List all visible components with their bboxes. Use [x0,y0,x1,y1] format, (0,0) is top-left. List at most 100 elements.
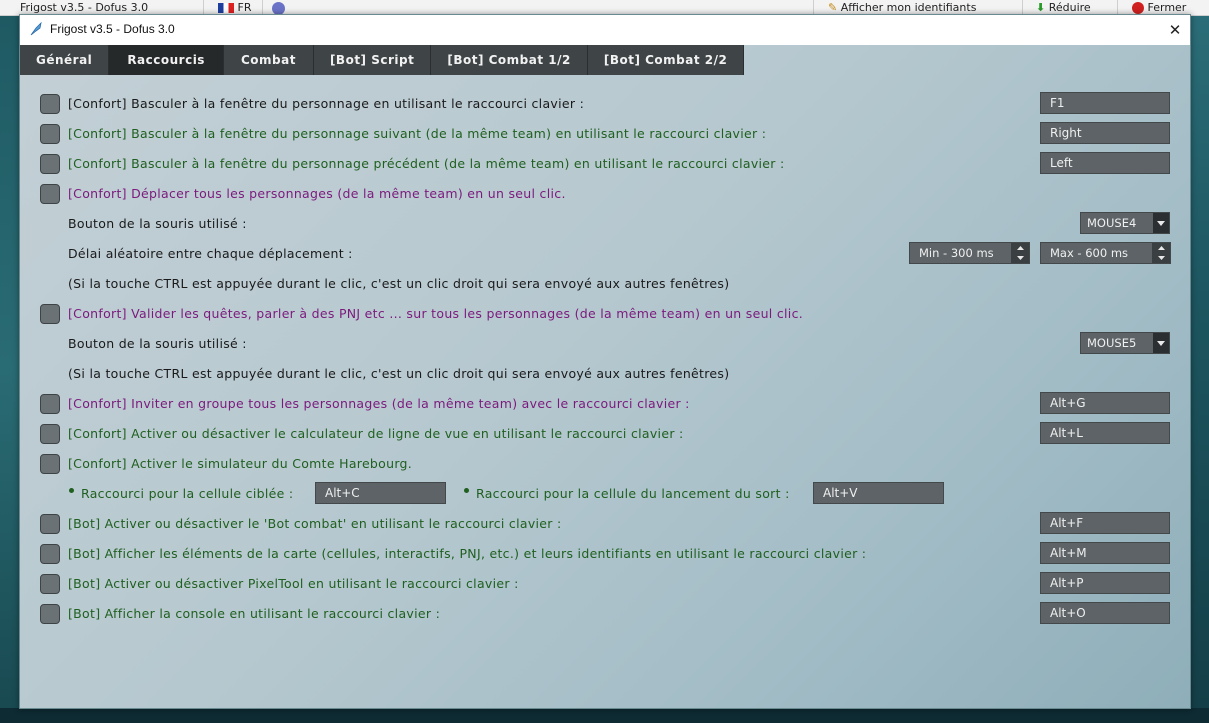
tab-combat[interactable]: Combat [223,45,314,75]
close-icon: ✕ [1168,21,1182,39]
shortcut-input[interactable]: Alt+F [1040,512,1170,534]
language-label: FR [237,1,252,14]
tab-bar: Général Raccourcis Combat [Bot] Script [… [20,45,745,75]
checkbox[interactable] [40,394,60,414]
shortcut-label: [Bot] Afficher la console en utilisant l… [68,606,441,621]
shortcut-label: [Confort] Déplacer tous les personnages … [68,186,566,201]
chevron-down-icon[interactable] [1011,253,1029,263]
ctrl-note: (Si la touche CTRL est appuyée durant le… [68,366,730,381]
shortcut-label: [Confort] Valider les quêtes, parler à d… [68,306,804,321]
option-row: Bouton de la souris utilisé : MOUSE5 [20,329,1190,359]
cast-cell-input[interactable]: Alt+V [813,482,944,504]
min-delay-spinner[interactable]: Min - 300 ms [909,242,1030,264]
close-circle-icon [1132,2,1144,14]
settings-panel: Général Raccourcis Combat [Bot] Script [… [20,45,1190,708]
shortcut-row: [Confort] Activer ou désactiver le calcu… [20,419,1190,449]
shortcut-label: [Confort] Basculer à la fenêtre du perso… [68,126,767,141]
checkbox[interactable] [40,574,60,594]
chevron-down-icon[interactable] [1153,213,1169,233]
show-identifiers-label: Afficher mon identifiants [840,1,977,14]
shortcut-input[interactable]: Alt+O [1040,602,1170,624]
tab-general[interactable]: Général [20,45,110,75]
shortcut-row: [Confort] Déplacer tous les personnages … [20,179,1190,209]
mouse-button-value: MOUSE4 [1087,216,1137,230]
close-button[interactable]: ✕ [1160,15,1190,45]
max-delay-value: Max - 600 ms [1050,246,1129,260]
shortcut-label: [Confort] Activer ou désactiver le calcu… [68,426,684,441]
shortcut-input[interactable]: Alt+P [1040,572,1170,594]
shortcut-row: [Bot] Afficher la console en utilisant l… [20,599,1190,629]
checkbox[interactable] [40,544,60,564]
arrow-down-icon: ⬇ [1036,1,1046,14]
shortcut-row: [Confort] Basculer à la fenêtre du perso… [20,149,1190,179]
feather-icon [30,22,42,36]
bullet-icon [464,488,469,493]
shortcut-row: [Bot] Activer ou désactiver le 'Bot comb… [20,509,1190,539]
shortcut-label: [Confort] Basculer à la fenêtre du perso… [68,156,785,171]
flag-fr-icon [218,3,234,13]
shortcut-label: [Confort] Basculer à la fenêtre du perso… [68,96,585,111]
chevron-down-icon[interactable] [1153,333,1169,353]
checkbox[interactable] [40,604,60,624]
checkbox[interactable] [40,154,60,174]
mouse-button-select[interactable]: MOUSE5 [1080,332,1170,354]
chevron-up-icon[interactable] [1152,243,1170,253]
shortcut-row: [Confort] Basculer à la fenêtre du perso… [20,119,1190,149]
window-title: Frigost v3.5 - Dofus 3.0 [50,22,175,36]
shortcut-input[interactable]: Alt+L [1040,422,1170,444]
desktop-background [1190,16,1209,723]
shortcut-input[interactable]: F1 [1040,92,1170,114]
shortcut-row: [Confort] Inviter en groupe tous les per… [20,389,1190,419]
checkbox[interactable] [40,94,60,114]
minimize-label: Réduire [1048,1,1091,14]
cast-cell-label: Raccourci pour la cellule du lancement d… [476,486,790,501]
target-cell-label: Raccourci pour la cellule ciblée : [81,486,294,501]
chevron-down-icon[interactable] [1152,253,1170,263]
min-delay-value: Min - 300 ms [919,246,994,260]
shortcut-row: [Bot] Afficher les éléments de la carte … [20,539,1190,569]
title-bar[interactable]: Frigost v3.5 - Dofus 3.0 ✕ [20,15,1190,45]
mouse-button-label: Bouton de la souris utilisé : [68,336,247,351]
desktop-background [0,16,20,723]
bullet-icon [69,488,74,493]
shortcut-row: [Bot] Activer ou désactiver PixelTool en… [20,569,1190,599]
shortcut-row: [Confort] Activer le simulateur du Comte… [20,449,1190,479]
shortcut-row: [Confort] Valider les quêtes, parler à d… [20,299,1190,329]
spinner-buttons [1152,243,1170,263]
chevron-up-icon[interactable] [1011,243,1029,253]
checkbox[interactable] [40,424,60,444]
delay-label: Délai aléatoire entre chaque déplacement… [68,246,353,261]
tab-bot-combat-2[interactable]: [Bot] Combat 2/2 [587,45,745,75]
shortcut-input[interactable]: Alt+G [1040,392,1170,414]
max-delay-spinner[interactable]: Max - 600 ms [1040,242,1171,264]
note-row: (Si la touche CTRL est appuyée durant le… [20,359,1190,389]
option-row: Raccourci pour la cellule ciblée : Alt+C… [20,479,1190,509]
target-cell-input[interactable]: Alt+C [315,482,446,504]
shortcut-input[interactable]: Right [1040,122,1170,144]
checkbox[interactable] [40,304,60,324]
checkbox[interactable] [40,184,60,204]
shortcut-input[interactable]: Left [1040,152,1170,174]
shortcut-label: [Bot] Afficher les éléments de la carte … [68,546,867,561]
tab-raccourcis[interactable]: Raccourcis [109,45,224,75]
checkbox[interactable] [40,124,60,144]
shortcut-row: [Confort] Basculer à la fenêtre du perso… [20,89,1190,119]
spinner-buttons [1011,243,1029,263]
tab-bot-script[interactable]: [Bot] Script [313,45,432,75]
option-row: Bouton de la souris utilisé : MOUSE4 [20,209,1190,239]
option-row: Délai aléatoire entre chaque déplacement… [20,239,1190,269]
checkbox[interactable] [40,514,60,534]
mouse-button-select[interactable]: MOUSE4 [1080,212,1170,234]
shortcut-label: [Bot] Activer ou désactiver le 'Bot comb… [68,516,562,531]
tab-bot-combat-1[interactable]: [Bot] Combat 1/2 [431,45,588,75]
checkbox[interactable] [40,454,60,474]
mouse-button-label: Bouton de la souris utilisé : [68,216,247,231]
close-app-label: Fermer [1147,1,1187,14]
note-row: (Si la touche CTRL est appuyée durant le… [20,269,1190,299]
profile-icon [272,1,285,15]
shortcut-label: [Confort] Inviter en groupe tous les per… [68,396,690,411]
pencil-icon: ✎ [828,1,838,14]
shortcut-input[interactable]: Alt+M [1040,542,1170,564]
ctrl-note: (Si la touche CTRL est appuyée durant le… [68,276,730,291]
shortcut-label: [Bot] Activer ou désactiver PixelTool en… [68,576,519,591]
